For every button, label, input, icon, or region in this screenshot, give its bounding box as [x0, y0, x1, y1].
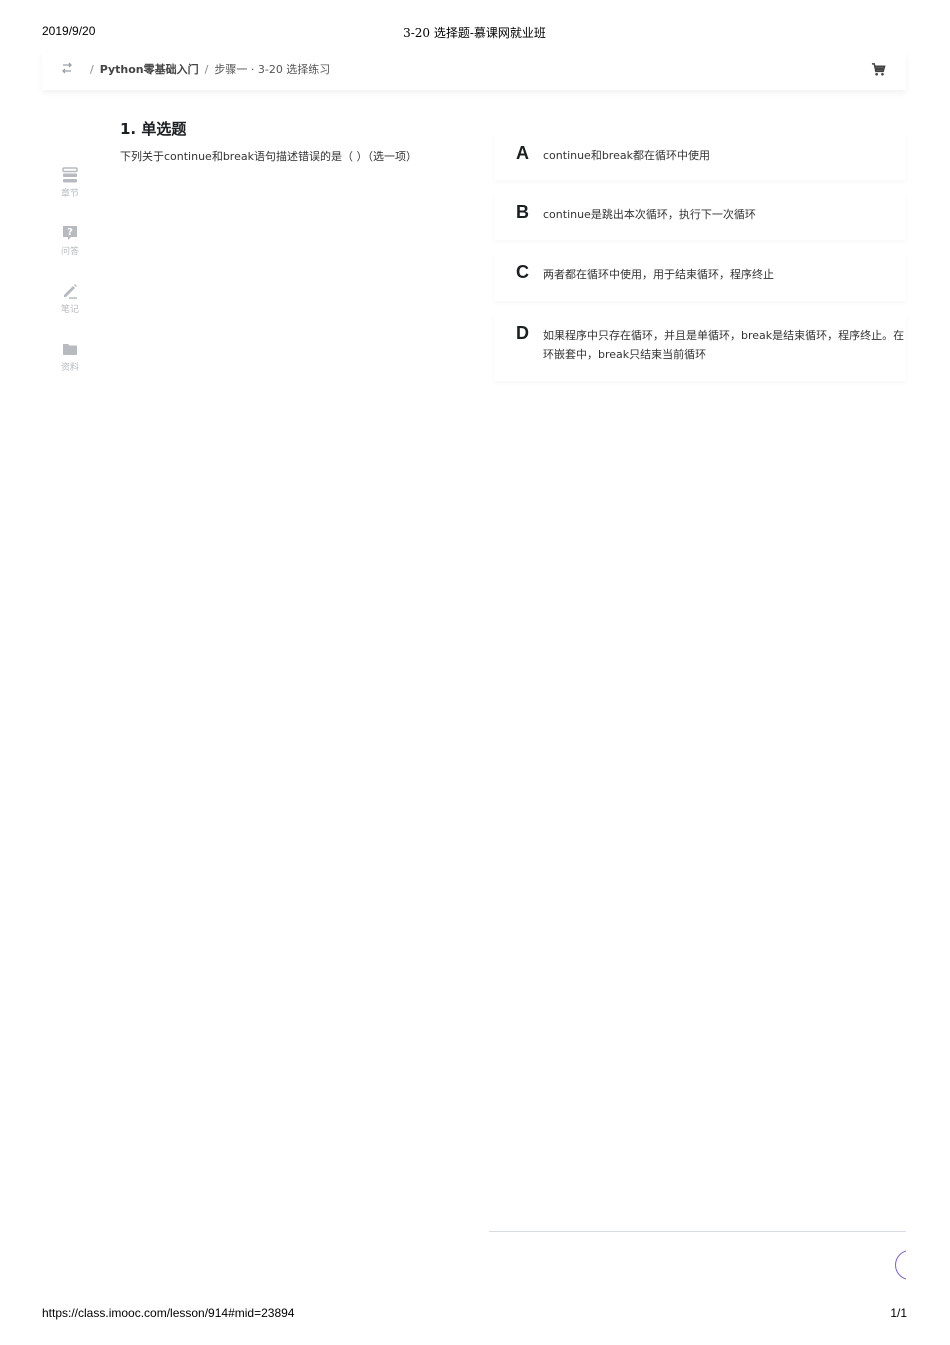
option-letter: A [516, 143, 529, 163]
switch-arrows-icon[interactable] [60, 61, 74, 75]
option-text: continue是跳出本次循环，执行下一次循环 [543, 208, 756, 221]
print-url: https://class.imooc.com/lesson/914#mid=2… [42, 1306, 295, 1320]
sidebar-item-label: 问答 [60, 247, 79, 257]
floating-circle-button[interactable] [895, 1250, 906, 1280]
sidebar-item-label: 资料 [60, 363, 79, 373]
sidebar-item-label: 笔记 [60, 305, 79, 315]
option-a[interactable]: A continue和break都在循环中使用 [494, 135, 906, 180]
question-text: 下列关于continue和break语句描述错误的是（ ）（选一项） [120, 150, 417, 163]
pencil-icon [64, 284, 77, 299]
breadcrumb-lesson: 步骤一 · 3-20 选择练习 [214, 63, 331, 76]
breadcrumb-separator: / [90, 63, 94, 76]
top-bar: / Python零基础入门 / 步骤一 · 3-20 选择练习 [42, 52, 906, 90]
svg-text:?: ? [67, 227, 73, 238]
sidebar-item-qa[interactable]: ? 问答 [50, 224, 90, 282]
breadcrumb-course-link[interactable]: Python零基础入门 [100, 63, 199, 76]
option-text: 如果程序中只存在循环，并且是单循环，break是结束循环，程序终止。在 环嵌套中，… [543, 315, 906, 376]
sidebar-item-label: 章节 [60, 189, 79, 199]
print-title: 3-20 选择题-慕课网就业班 [403, 26, 546, 40]
option-text-line: 如果程序中只存在循环，并且是单循环，break是结束循环，程序终止。在 [543, 329, 905, 342]
option-letter: B [516, 202, 529, 222]
folder-icon [63, 344, 77, 355]
option-text: continue和break都在循环中使用 [543, 149, 710, 162]
options-list: A continue和break都在循环中使用 B continue是跳出本次循… [494, 135, 906, 395]
option-letter: C [516, 262, 529, 282]
option-letter: D [516, 323, 529, 343]
shopping-cart-icon[interactable] [871, 62, 886, 77]
sidebar-item-chapters[interactable]: 章节 [50, 166, 90, 224]
question-icon: ? [63, 226, 77, 240]
sidebar: 章节 ? 问答 笔记 资料 [50, 166, 90, 398]
print-footer: https://class.imooc.com/lesson/914#mid=2… [42, 1306, 907, 1322]
option-c[interactable]: C 两者都在循环中使用，用于结束循环，程序终止 [494, 254, 906, 301]
chapter-list-icon [62, 167, 78, 183]
question-panel: 1. 单选题 下列关于continue和break语句描述错误的是（ ）（选一项… [120, 118, 470, 164]
option-b[interactable]: B continue是跳出本次循环，执行下一次循环 [494, 194, 906, 240]
sidebar-item-materials[interactable]: 资料 [50, 340, 90, 398]
option-text: 两者都在循环中使用，用于结束循环，程序终止 [543, 268, 774, 281]
question-title: 1. 单选题 [120, 120, 187, 138]
breadcrumb: / Python零基础入门 / 步骤一 · 3-20 选择练习 [84, 61, 330, 77]
print-page-number: 1/1 [890, 1306, 907, 1320]
option-text-line: 环嵌套中，break只结束当前循环 [543, 348, 707, 361]
sidebar-item-notes[interactable]: 笔记 [50, 282, 90, 340]
circle-ring [895, 1250, 906, 1280]
breadcrumb-separator: / [204, 63, 209, 76]
print-header: 2019/9/20 3-20 选择题-慕课网就业班 [42, 24, 907, 40]
option-d[interactable]: D 如果程序中只存在循环，并且是单循环，break是结束循环，程序终止。在 环嵌套… [494, 315, 906, 381]
bottom-divider [489, 1231, 906, 1232]
